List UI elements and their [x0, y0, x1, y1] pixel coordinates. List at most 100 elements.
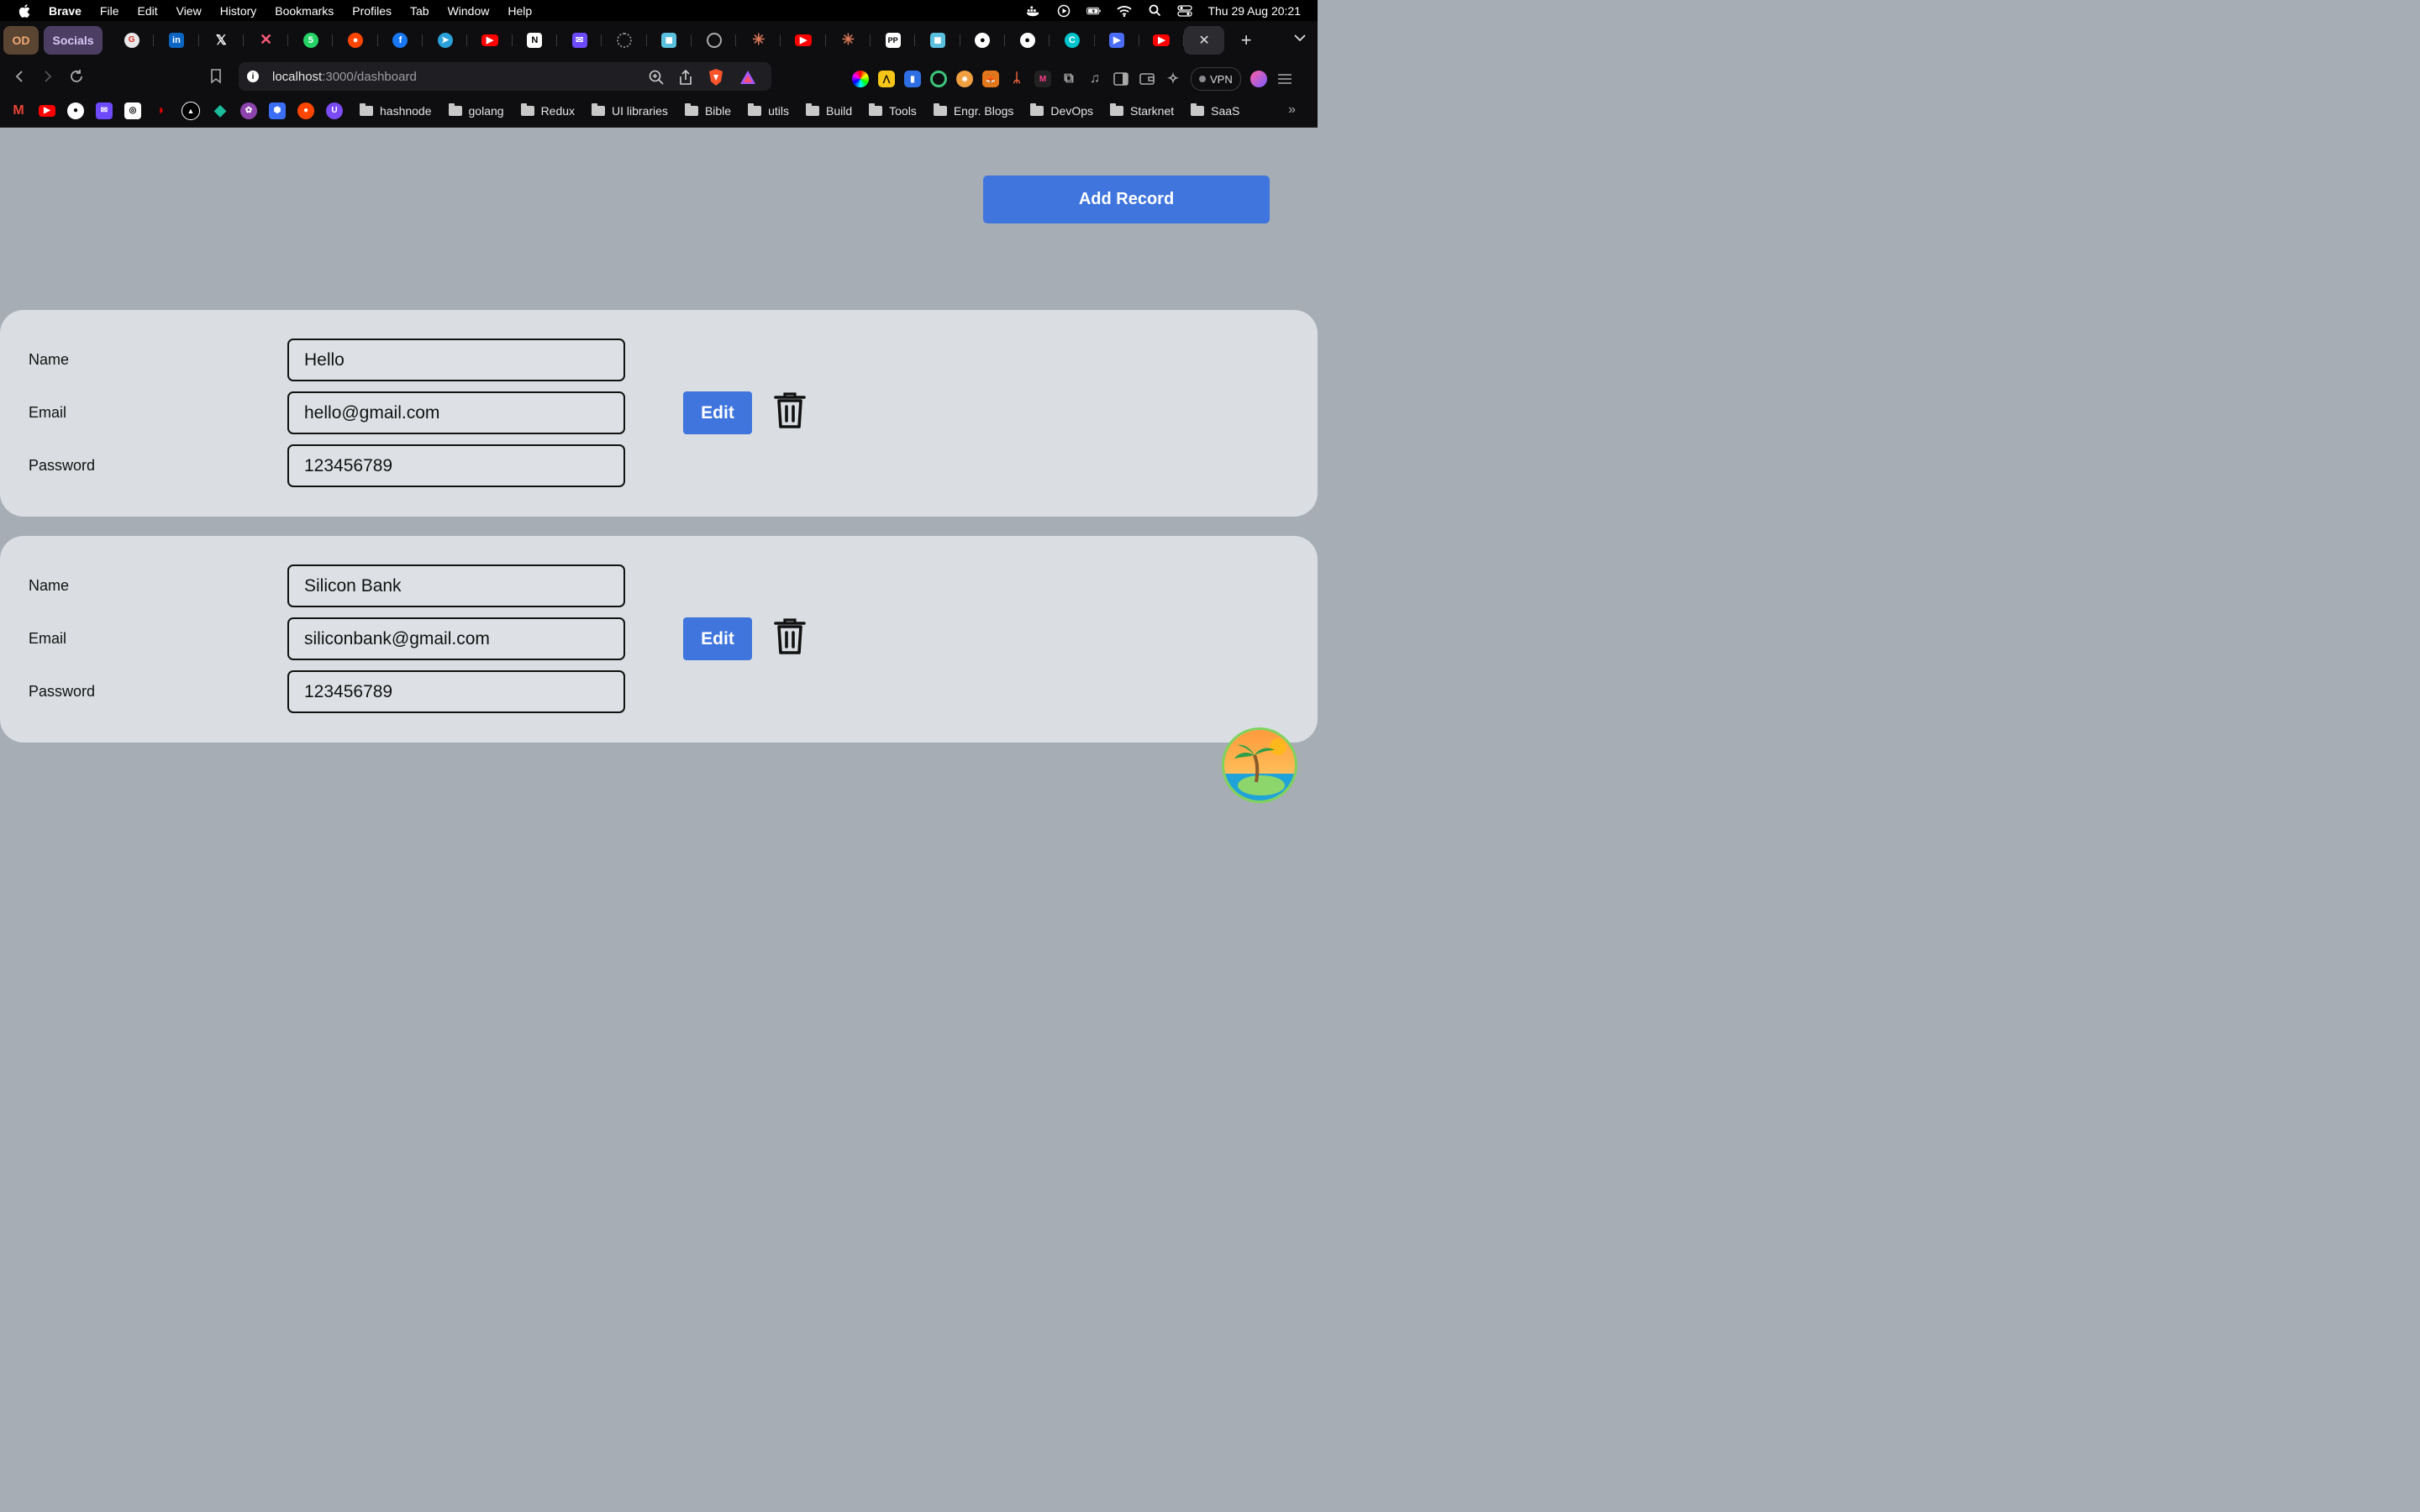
wifi-icon[interactable] [1117, 5, 1133, 17]
profile-avatar-icon[interactable] [1249, 71, 1267, 87]
github-bookmark-icon[interactable]: ● [67, 102, 84, 119]
color-wheel-extension-icon[interactable] [852, 71, 869, 87]
extension-target-icon[interactable] [930, 71, 947, 87]
back-arrow-icon[interactable] [10, 67, 29, 86]
leo-ai-icon[interactable]: ✧ [1165, 71, 1181, 87]
name-input[interactable]: Hello [287, 339, 625, 381]
sidebar-toggle-icon[interactable] [1113, 71, 1129, 87]
tab-x-logo-app[interactable]: ✕ [244, 26, 289, 55]
menu-history[interactable]: History [220, 4, 257, 18]
bookmarks-overflow-chevron-icon[interactable]: » [1288, 102, 1296, 118]
email-input[interactable]: hello@gmail.com [287, 391, 625, 434]
menu-file[interactable]: File [100, 4, 119, 18]
play-circle-icon[interactable] [1056, 4, 1071, 17]
profile-badge[interactable]: OD [3, 25, 39, 55]
control-center-icon[interactable] [1177, 4, 1193, 17]
extension-m-icon[interactable]: M [1034, 71, 1051, 87]
bookmark-page-icon[interactable] [210, 69, 222, 88]
tab-proton-mail[interactable]: ✉ [557, 26, 602, 55]
chatgpt-bookmark-icon[interactable]: ◎ [124, 102, 141, 119]
zoom-icon[interactable] [649, 70, 664, 89]
vercel-bookmark-icon[interactable]: ▲ [182, 101, 200, 120]
tab-canva[interactable]: C [1050, 26, 1095, 55]
menu-window[interactable]: Window [448, 4, 490, 18]
tab-pp[interactable]: PP [871, 26, 916, 55]
reload-icon[interactable] [67, 67, 86, 86]
bookmark-folder-build[interactable]: Build [805, 102, 852, 118]
forward-arrow-icon[interactable] [39, 67, 57, 86]
active-tab-close[interactable]: ✕ [1184, 25, 1225, 55]
address-bar[interactable]: i localhost:3000/dashboard [239, 62, 771, 91]
battery-icon[interactable] [1086, 5, 1102, 17]
menu-tab[interactable]: Tab [410, 4, 429, 18]
tab-app-2[interactable] [692, 26, 737, 55]
bookmark-folder-redux[interactable]: Redux [520, 102, 575, 118]
bookmark-folder-golang[interactable]: golang [448, 102, 504, 118]
password-input[interactable]: 123456789 [287, 444, 625, 487]
trash-icon[interactable] [773, 617, 807, 656]
music-icon[interactable]: ♫ [1086, 71, 1103, 87]
trash-icon[interactable] [773, 391, 807, 430]
bookmark-folder-bible[interactable]: Bible [684, 102, 731, 118]
name-input[interactable]: Silicon Bank [287, 564, 625, 607]
extension-bookmark-icon[interactable]: ▮ [904, 71, 921, 87]
tab-claude-2[interactable]: ✳ [826, 26, 871, 55]
site-info-icon[interactable]: i [247, 71, 259, 82]
bookmark-folder-starknet[interactable]: Starknet [1110, 102, 1174, 118]
spotlight-search-icon[interactable] [1147, 4, 1162, 17]
wallet-icon[interactable] [1139, 71, 1155, 87]
tab-app-1[interactable]: ◼ [647, 26, 692, 55]
bookmark-folder-saas[interactable]: SaaS [1191, 102, 1239, 118]
shield-bookmark-icon[interactable]: U [326, 102, 343, 119]
menubar-clock[interactable]: Thu 29 Aug 20:21 [1207, 4, 1301, 18]
email-input[interactable]: siliconbank@gmail.com [287, 617, 625, 660]
bookmark-folder-devops[interactable]: DevOps [1030, 102, 1093, 118]
docker-icon[interactable] [1026, 5, 1041, 17]
add-record-button[interactable]: Add Record [983, 176, 1270, 223]
password-input[interactable]: 123456789 [287, 670, 625, 713]
tab-loading[interactable] [602, 26, 647, 55]
tab-whatsapp[interactable]: 5 [288, 26, 334, 55]
share-icon[interactable] [679, 69, 692, 89]
menu-app-name[interactable]: Brave [49, 4, 82, 18]
bookmark-folder-utils[interactable]: utils [748, 102, 789, 118]
vpn-button[interactable]: VPN [1191, 67, 1241, 91]
tab-youtube[interactable]: ▶ [467, 26, 513, 55]
tab-claude-1[interactable]: ✳ [736, 26, 781, 55]
bookmark-folder-engr-blogs[interactable]: Engr. Blogs [933, 102, 1013, 118]
extensions-puzzle-icon[interactable]: ⧉ [1060, 71, 1077, 87]
reddit-bookmark-icon[interactable]: ● [297, 102, 314, 119]
edit-button[interactable]: Edit [683, 391, 752, 434]
extension-yellow-icon[interactable]: ⋀ [878, 71, 895, 87]
tab-group-socials[interactable]: Socials [44, 25, 103, 55]
address-bar-url[interactable]: localhost:3000/dashboard [272, 70, 417, 84]
menu-edit[interactable]: Edit [137, 4, 157, 18]
bookmark-folder-tools[interactable]: Tools [869, 102, 917, 118]
menu-profiles[interactable]: Profiles [352, 4, 392, 18]
bookmark-folder-ui-libraries[interactable]: UI libraries [592, 102, 668, 118]
extension-orange-icon[interactable]: ᛦ [1008, 71, 1025, 87]
new-tab-button[interactable]: + [1236, 29, 1256, 51]
brave-rewards-icon[interactable] [739, 70, 756, 89]
tab-linkedin[interactable]: in [154, 26, 199, 55]
tab-reddit[interactable]: ● [333, 26, 379, 55]
tab-app-3[interactable]: ◼ [915, 26, 960, 55]
hamburger-menu-icon[interactable] [1276, 71, 1293, 87]
bookmark-folder-hashnode[interactable]: hashnode [360, 102, 432, 118]
hex-bookmark-icon[interactable]: ⬢ [269, 102, 286, 119]
apple-icon[interactable] [18, 3, 30, 18]
brave-shields-icon[interactable] [708, 68, 724, 91]
tab-youtube-2[interactable]: ▶ [781, 26, 827, 55]
floating-avatar-bubble[interactable] [1222, 727, 1297, 803]
tab-youtube-3[interactable]: ▶ [1139, 26, 1185, 55]
diamond-bookmark-icon[interactable]: ◆ [212, 102, 229, 119]
tab-search-chevron-icon[interactable] [1294, 31, 1306, 46]
tab-github-2[interactable]: ● [1005, 26, 1050, 55]
mail-bookmark-icon[interactable]: ✉ [96, 102, 113, 119]
tab-x[interactable]: 𝕏 [199, 26, 245, 55]
tab-telegram[interactable]: ➤ [423, 26, 468, 55]
youtube-bookmark-icon[interactable]: ▶ [39, 104, 55, 117]
tab-zoom[interactable]: ▶ [1095, 26, 1140, 55]
menu-bookmarks[interactable]: Bookmarks [275, 4, 334, 18]
gmail-bookmark-icon[interactable]: M [10, 102, 27, 119]
